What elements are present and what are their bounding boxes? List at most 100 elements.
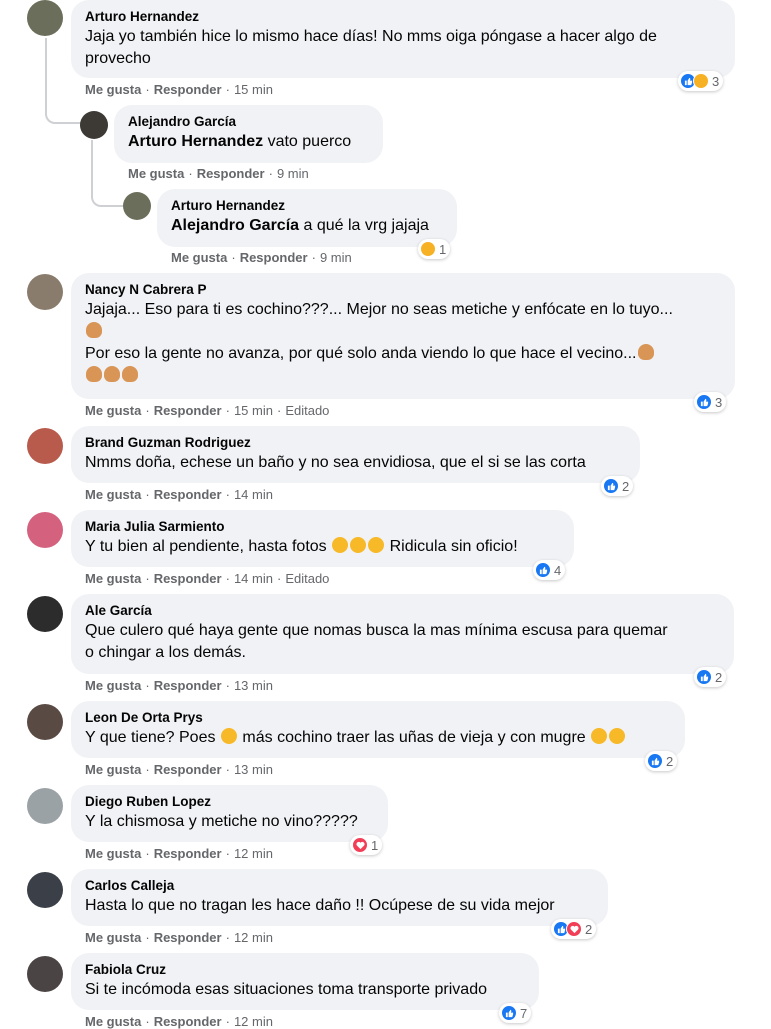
comment-time[interactable]: 13 min [234, 762, 273, 777]
reaction-count: 3 [712, 73, 720, 89]
like-button[interactable]: Me gusta [85, 762, 141, 777]
reply-button[interactable]: Responder [197, 166, 265, 181]
like-button[interactable]: Me gusta [85, 487, 141, 502]
comment-time[interactable]: 15 min [234, 82, 273, 97]
reaction-summary[interactable]: 2 [551, 919, 597, 939]
reply-button[interactable]: Responder [154, 678, 222, 693]
comment-author[interactable]: Nancy N Cabrera P [85, 281, 721, 299]
reaction-count: 2 [585, 921, 593, 937]
reaction-count: 7 [520, 1005, 528, 1021]
comment-author[interactable]: Leon De Orta Prys [85, 709, 671, 727]
reaction-summary[interactable]: 7 [499, 1003, 532, 1023]
reaction-count: 1 [371, 837, 379, 853]
like-icon [696, 669, 712, 685]
avatar[interactable] [27, 0, 63, 36]
reply-button[interactable]: Responder [154, 487, 222, 502]
grimacing-emoji-icon [220, 728, 237, 744]
comment-bubble: Arturo Hernandez Alejandro García a qué … [157, 189, 457, 247]
reply-button[interactable]: Responder [154, 930, 222, 945]
comment-time[interactable]: 14 min [234, 571, 273, 586]
comment-text: Alejandro García a qué la vrg jajaja [171, 217, 429, 234]
like-button[interactable]: Me gusta [85, 403, 141, 418]
like-button[interactable]: Me gusta [85, 678, 141, 693]
comment-text: Jajaja... Eso para ti es cochino???... M… [85, 299, 721, 387]
grinning-emoji-icon [368, 537, 385, 553]
reply-button[interactable]: Responder [240, 250, 308, 265]
avatar[interactable] [27, 428, 63, 464]
reaction-summary[interactable]: 3 [694, 392, 727, 412]
comment-time[interactable]: 14 min [234, 487, 273, 502]
like-button[interactable]: Me gusta [171, 250, 227, 265]
avatar[interactable] [27, 274, 63, 310]
like-button[interactable]: Me gusta [85, 930, 141, 945]
like-button[interactable]: Me gusta [85, 82, 141, 97]
person-emoji-icon [637, 344, 654, 360]
like-button[interactable]: Me gusta [85, 1014, 141, 1029]
reaction-count: 2 [715, 669, 723, 685]
like-button[interactable]: Me gusta [128, 166, 184, 181]
avatar[interactable] [27, 704, 63, 740]
reaction-summary[interactable]: 1 [350, 835, 383, 855]
reaction-summary[interactable]: 2 [645, 751, 678, 771]
avatar[interactable] [123, 192, 151, 220]
comment-actions: Me gusta · Responder · 14 min [85, 487, 273, 502]
thread-connector [91, 185, 123, 207]
comment-bubble: Maria Julia Sarmiento Y tu bien al pendi… [71, 510, 574, 567]
comment-bubble: Carlos Calleja Hasta lo que no tragan le… [71, 869, 608, 926]
comment-time[interactable]: 12 min [234, 846, 273, 861]
reply-button[interactable]: Responder [154, 403, 222, 418]
avatar[interactable] [27, 872, 63, 908]
reaction-count: 3 [715, 394, 723, 410]
reaction-summary[interactable]: 3 [678, 71, 724, 91]
comment-text: Y la chismosa y metiche no vino????? [85, 813, 358, 830]
user-tag[interactable]: Arturo Hernandez [128, 133, 263, 150]
comment-text: Y que tiene? Poes más cochino traer las … [85, 727, 671, 749]
comment-text: Jaja yo también hice lo mismo hace días!… [85, 28, 657, 67]
like-button[interactable]: Me gusta [85, 571, 141, 586]
reply-button[interactable]: Responder [154, 1014, 222, 1029]
haha-icon [420, 241, 436, 257]
comment-text: Si te incómoda esas situaciones toma tra… [85, 981, 487, 998]
user-tag[interactable]: Alejandro García [171, 217, 299, 234]
like-icon [603, 478, 619, 494]
avatar[interactable] [27, 596, 63, 632]
avatar[interactable] [27, 788, 63, 824]
avatar[interactable] [27, 512, 63, 548]
haha-icon [693, 73, 709, 89]
comment-author[interactable]: Fabiola Cruz [85, 961, 525, 979]
reply-button[interactable]: Responder [154, 571, 222, 586]
reply-button[interactable]: Responder [154, 82, 222, 97]
avatar[interactable] [80, 111, 108, 139]
laughing-emoji-icon [609, 728, 626, 744]
reaction-summary[interactable]: 4 [533, 560, 566, 580]
comment-bubble: Brand Guzman Rodriguez Nmms doña, echese… [71, 426, 640, 483]
comment-time[interactable]: 12 min [234, 1014, 273, 1029]
comment-actions: Me gusta · Responder · 15 min [85, 82, 273, 97]
comment-author[interactable]: Brand Guzman Rodriguez [85, 434, 626, 452]
comment-time[interactable]: 15 min [234, 403, 273, 418]
comment-time[interactable]: 9 min [277, 166, 309, 181]
comment-time[interactable]: 12 min [234, 930, 273, 945]
comment-time[interactable]: 13 min [234, 678, 273, 693]
comment-author[interactable]: Alejandro García [128, 113, 369, 131]
reply-button[interactable]: Responder [154, 762, 222, 777]
comment-author[interactable]: Ale García [85, 602, 720, 620]
edited-label: Editado [285, 403, 330, 418]
reply-button[interactable]: Responder [154, 846, 222, 861]
reaction-summary[interactable]: 2 [601, 476, 634, 496]
comment-author[interactable]: Arturo Hernandez [85, 8, 721, 26]
comment-author[interactable]: Maria Julia Sarmiento [85, 518, 560, 536]
comment-text: Arturo Hernandez vato puerco [128, 133, 352, 150]
comment-author[interactable]: Arturo Hernandez [171, 197, 443, 215]
avatar[interactable] [27, 956, 63, 992]
reaction-summary[interactable]: 1 [418, 239, 451, 259]
comment-time[interactable]: 9 min [320, 250, 352, 265]
heart-icon [566, 921, 582, 937]
like-icon [647, 753, 663, 769]
reaction-summary[interactable]: 2 [694, 667, 727, 687]
comment-author[interactable]: Carlos Calleja [85, 877, 594, 895]
thread-line [45, 38, 47, 106]
like-button[interactable]: Me gusta [85, 846, 141, 861]
person-emoji-icon [86, 322, 102, 338]
comment-author[interactable]: Diego Ruben Lopez [85, 793, 374, 811]
